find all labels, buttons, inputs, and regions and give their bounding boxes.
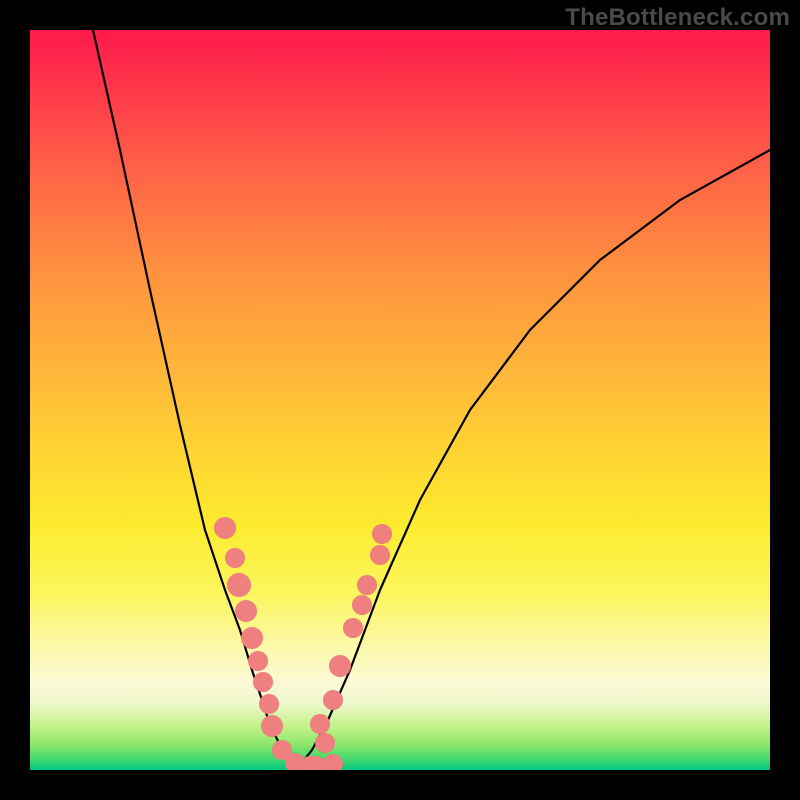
data-point [259,694,279,714]
data-point [352,595,372,615]
chart-frame: TheBottleneck.com [0,0,800,800]
data-point [323,690,343,710]
data-point [323,754,343,770]
curve-layer [93,30,770,765]
data-point [235,600,257,622]
data-point [357,575,377,595]
data-point [248,651,268,671]
left-curve [93,30,298,765]
data-point [261,715,283,737]
data-point [315,733,335,753]
data-point [214,517,236,539]
data-point [310,714,330,734]
plot-area [30,30,770,770]
scatter-dots [214,517,392,770]
data-point [300,756,326,770]
data-point [370,545,390,565]
data-point [227,573,251,597]
watermark-label: TheBottleneck.com [565,4,790,32]
data-point [225,548,245,568]
data-point [241,627,263,649]
data-point [329,655,351,677]
right-curve [300,150,770,765]
data-point [253,672,273,692]
chart-svg [30,30,770,770]
data-point [372,524,392,544]
data-point [343,618,363,638]
